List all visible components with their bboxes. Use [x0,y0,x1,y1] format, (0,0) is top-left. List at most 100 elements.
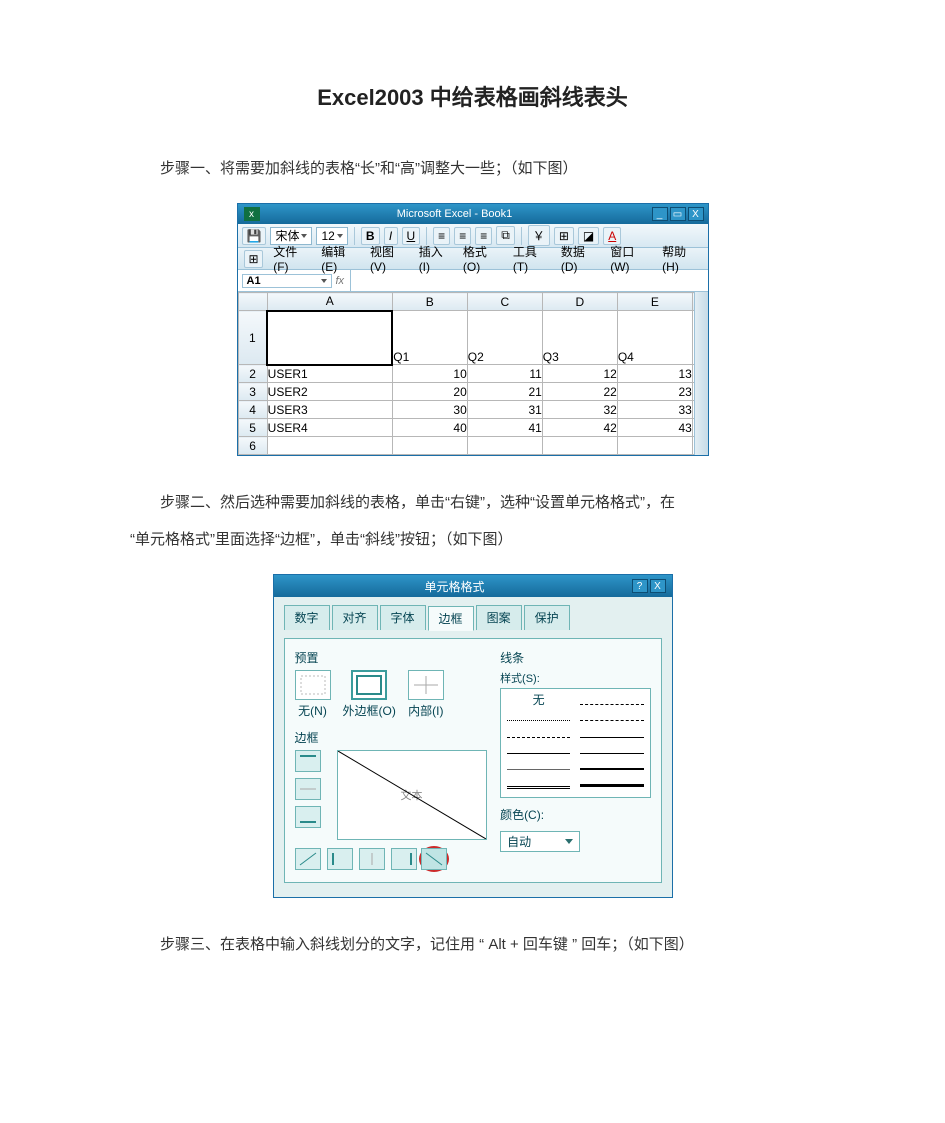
color-select[interactable]: 自动 [500,831,580,852]
preset-outline-button[interactable] [351,670,387,700]
cell-a6[interactable] [267,437,392,455]
border-vertical-button[interactable] [359,848,385,870]
border-diag-down-button[interactable] [421,848,447,870]
cell-d2[interactable]: 12 [542,365,617,383]
cell-d3[interactable]: 22 [542,383,617,401]
tab-border[interactable]: 边框 [428,606,474,631]
cell-a5[interactable]: USER4 [267,419,392,437]
tab-font[interactable]: 字体 [380,605,426,630]
cell-b5[interactable]: 40 [392,419,467,437]
style-thick[interactable] [580,760,643,770]
row-header-1[interactable]: 1 [238,311,267,365]
font-size-select[interactable]: 12 [316,227,347,245]
excel-titlebar[interactable]: x Microsoft Excel - Book1 _ ▭ X [238,204,708,224]
style-dot[interactable] [507,711,570,721]
maximize-button[interactable]: ▭ [670,207,686,221]
fx-label[interactable]: fx [336,275,345,287]
dialog-close-button[interactable]: X [650,579,666,593]
workbook-icon[interactable]: ⊞ [244,250,264,268]
bold-button[interactable]: B [361,227,380,245]
dialog-help-button[interactable]: ? [632,579,648,593]
cell-a3[interactable]: USER2 [267,383,392,401]
cell-e6[interactable] [617,437,692,455]
cell-b4[interactable]: 30 [392,401,467,419]
save-icon[interactable]: 💾 [242,227,267,245]
col-header-e[interactable]: E [617,293,692,311]
cell-d5[interactable]: 42 [542,419,617,437]
cell-a1[interactable] [267,311,392,365]
cell-d6[interactable] [542,437,617,455]
row-header-5[interactable]: 5 [238,419,267,437]
font-color-button[interactable]: A [603,227,621,245]
spreadsheet-grid[interactable]: A B C D E 1 Q1 Q2 Q3 Q4 [238,292,708,455]
minimize-button[interactable]: _ [652,207,668,221]
border-button[interactable]: ⊞ [554,227,574,245]
style-dashdot2[interactable] [580,711,643,721]
name-box[interactable]: A1 [242,274,332,288]
style-med-dash[interactable] [580,728,643,738]
diagonal-highlight-icon [419,846,449,872]
col-header-c[interactable]: C [467,293,542,311]
row-header-6[interactable]: 6 [238,437,267,455]
close-button[interactable]: X [688,207,704,221]
border-bottom-button[interactable] [295,806,321,828]
select-all-corner[interactable] [238,293,267,311]
cell-c2[interactable]: 11 [467,365,542,383]
cell-b6[interactable] [392,437,467,455]
cell-e4[interactable]: 33 [617,401,692,419]
line-style-list[interactable]: 无 [500,688,650,798]
cell-b3[interactable]: 20 [392,383,467,401]
font-name-select[interactable]: 宋体 [270,227,312,245]
cell-c5[interactable]: 41 [467,419,542,437]
style-none[interactable]: 无 [507,695,570,705]
cell-a2[interactable]: USER1 [267,365,392,383]
cell-c1[interactable]: Q2 [467,311,542,365]
formula-input[interactable] [350,270,707,291]
row-header-4[interactable]: 4 [238,401,267,419]
cell-e1[interactable]: Q4 [617,311,692,365]
style-dash[interactable] [507,728,570,738]
align-left-button[interactable]: ≡ [433,227,450,245]
menu-file[interactable]: 文件(F) [273,243,311,274]
cell-a4[interactable]: USER3 [267,401,392,419]
cell-d4[interactable]: 32 [542,401,617,419]
tab-alignment[interactable]: 对齐 [332,605,378,630]
tab-protect[interactable]: 保护 [524,605,570,630]
dialog-titlebar[interactable]: 单元格格式 ? X [274,575,672,597]
style-double[interactable] [507,777,570,789]
fill-color-button[interactable]: ◪ [578,227,599,245]
cell-e5[interactable]: 43 [617,419,692,437]
border-middle-button[interactable] [295,778,321,800]
border-right-button[interactable] [391,848,417,870]
border-left-button[interactable] [327,848,353,870]
style-medium[interactable] [580,744,643,754]
cell-b1[interactable]: Q1 [392,311,467,365]
style-dashdot[interactable] [580,695,643,705]
vertical-scrollbar[interactable] [694,292,708,455]
align-right-button[interactable]: ≡ [475,227,492,245]
cell-e3[interactable]: 23 [617,383,692,401]
italic-button[interactable]: I [384,227,398,245]
border-diag-up-button[interactable] [295,848,321,870]
border-top-button[interactable] [295,750,321,772]
style-thin[interactable] [507,744,570,754]
cell-d1[interactable]: Q3 [542,311,617,365]
preset-none-button[interactable] [295,670,331,700]
preset-inside-button[interactable] [408,670,444,700]
cell-c6[interactable] [467,437,542,455]
cell-e2[interactable]: 13 [617,365,692,383]
align-center-button[interactable]: ≡ [454,227,471,245]
col-header-d[interactable]: D [542,293,617,311]
cell-b2[interactable]: 10 [392,365,467,383]
cell-c4[interactable]: 31 [467,401,542,419]
col-header-a[interactable]: A [267,293,392,311]
style-extra-thick[interactable] [580,777,643,787]
row-header-3[interactable]: 3 [238,383,267,401]
underline-button[interactable]: U [402,227,421,245]
tab-number[interactable]: 数字 [284,605,330,630]
cell-c3[interactable]: 21 [467,383,542,401]
row-header-2[interactable]: 2 [238,365,267,383]
tab-pattern[interactable]: 图案 [476,605,522,630]
style-hair[interactable] [507,760,570,770]
col-header-b[interactable]: B [392,293,467,311]
